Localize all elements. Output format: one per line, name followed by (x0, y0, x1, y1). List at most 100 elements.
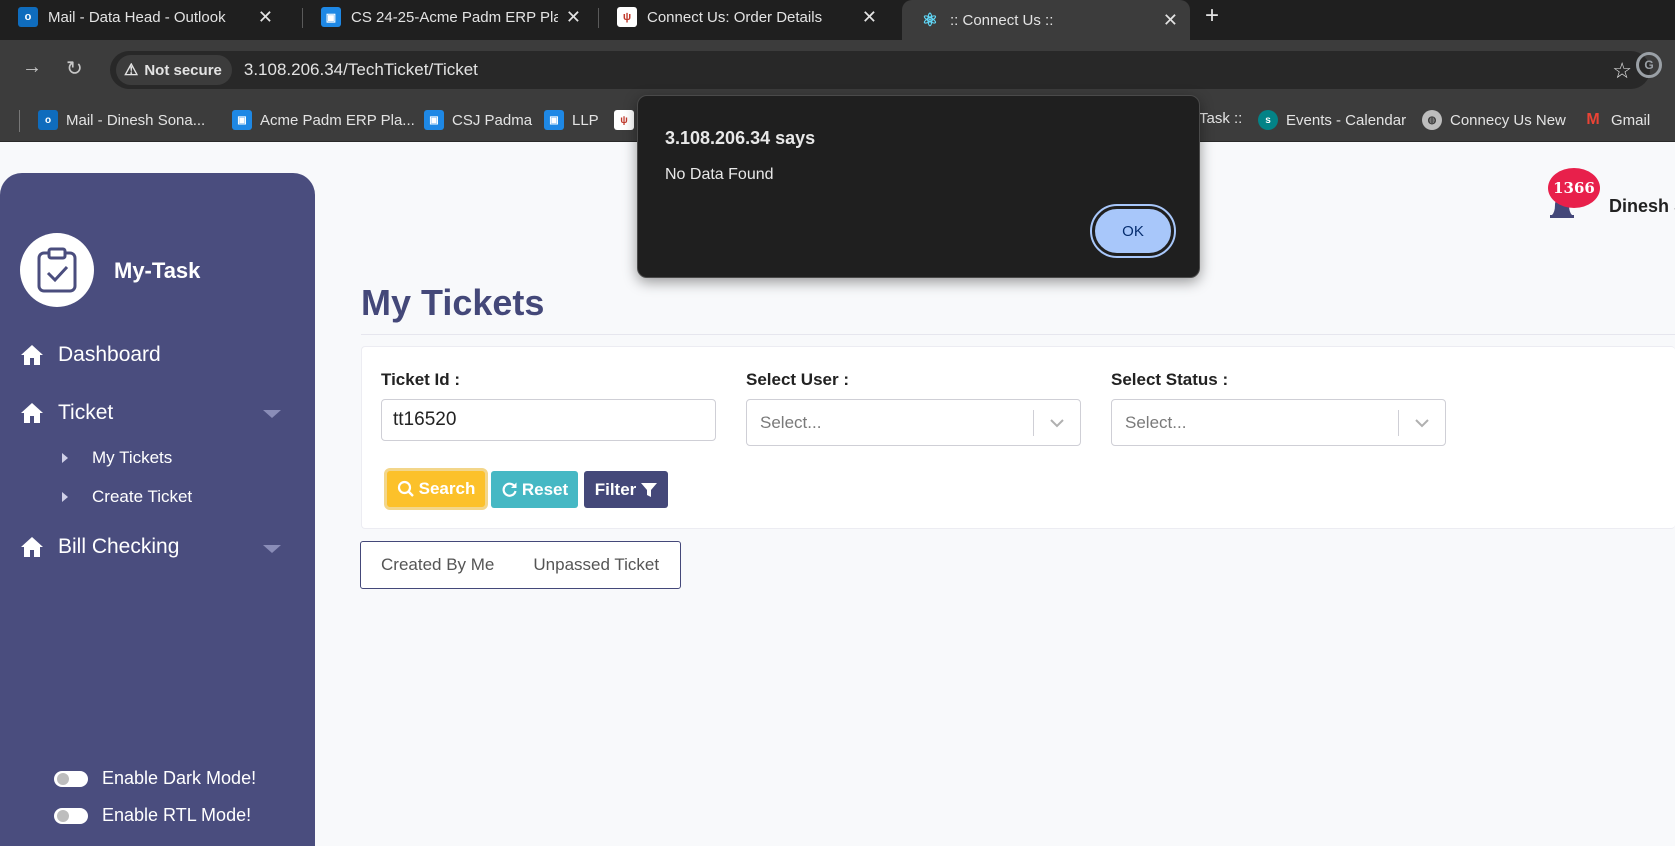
bookmark-item[interactable]: ◍ Connecy Us New (1422, 110, 1566, 130)
page-title: My Tickets (361, 282, 545, 323)
dialog-title: 3.108.206.34 says (665, 128, 816, 148)
globe-icon: ◍ (1422, 110, 1442, 130)
bookmark-item[interactable]: ▣ LLP (544, 110, 599, 130)
dark-mode-toggle-row[interactable]: Enable Dark Mode! (54, 768, 256, 789)
tab-title: :: Connect Us :: (950, 11, 1054, 29)
tab-title: CS 24-25-Acme Padm ERP Platf (351, 8, 558, 26)
tab-outlook[interactable]: o Mail - Data Head - Outlook ✕ (0, 0, 285, 34)
connectus-icon: ψ (617, 7, 637, 27)
chevron-down-icon[interactable] (263, 545, 281, 553)
warning-icon: ⚠ (124, 62, 139, 79)
sidebar-subitem-label: Create Ticket (92, 487, 193, 506)
security-label: Not secure (144, 61, 222, 79)
bookmark-item[interactable]: o Mail - Dinesh Sona... (38, 110, 205, 130)
tab-connect-us-active[interactable]: ⚛ :: Connect Us :: ✕ (902, 0, 1190, 40)
search-button[interactable]: Search (384, 468, 488, 510)
erp-icon: ▣ (321, 7, 341, 27)
filter-icon (641, 482, 658, 497)
bookmark-item[interactable]: s Events - Calendar (1258, 110, 1406, 130)
ok-button[interactable]: OK (1090, 204, 1176, 258)
browser-toolbar: → ↻ ⚠ Not secure 3.108.206.34/TechTicket… (0, 40, 1675, 100)
close-icon[interactable]: ✕ (862, 7, 877, 28)
erp-icon: ▣ (232, 110, 252, 130)
sidebar-item-label: Bill Checking (58, 535, 180, 558)
sidebar-subitem-label: My Tickets (92, 448, 173, 467)
select-placeholder: Select... (760, 412, 822, 432)
close-icon[interactable]: ✕ (258, 7, 273, 28)
gmail-icon: M (1586, 111, 1600, 128)
new-tab-button[interactable]: + (1205, 2, 1219, 30)
bookmark-item[interactable]: ▣ Acme Padm ERP Pla... (232, 110, 415, 130)
close-icon[interactable]: ✕ (1163, 10, 1178, 31)
bookmark-label: CSJ Padma (452, 111, 533, 129)
filter-button[interactable]: Filter (584, 471, 668, 508)
ticket-tabs: Created By Me Unpassed Ticket (360, 541, 681, 589)
select-user-dropdown[interactable]: Select... (746, 399, 1081, 446)
toggle-label: Enable Dark Mode! (102, 768, 257, 788)
grammarly-extension-icon[interactable]: G (1636, 52, 1662, 78)
chevron-down-icon[interactable] (1034, 418, 1080, 428)
bookmark-label: Events - Calendar (1286, 111, 1407, 129)
forward-icon[interactable]: → (22, 56, 42, 79)
notification-badge[interactable]: 1366 (1548, 168, 1600, 208)
sidebar-item-bill-checking[interactable]: Bill Checking (20, 535, 179, 559)
outlook-icon: o (38, 110, 58, 130)
dialog-message: No Data Found (665, 166, 774, 183)
chevron-down-icon[interactable] (1399, 418, 1445, 428)
search-icon (397, 480, 414, 497)
tab-order-details[interactable]: ψ Connect Us: Order Details ✕ (599, 0, 889, 34)
bookmark-star-icon[interactable]: ☆ (1612, 58, 1632, 84)
select-status-label: Select Status : (1111, 370, 1229, 389)
address-bar[interactable]: ⚠ Not secure 3.108.206.34/TechTicket/Tic… (110, 51, 1650, 89)
select-status-dropdown[interactable]: Select... (1111, 399, 1446, 446)
react-icon: ⚛ (921, 9, 939, 30)
tab-title: Connect Us: Order Details (647, 8, 823, 26)
chevron-down-icon[interactable] (263, 410, 281, 418)
ticket-id-input[interactable] (381, 399, 716, 441)
user-name[interactable]: Dinesh S (1609, 196, 1675, 217)
bookmark-item[interactable]: Task :: (1199, 110, 1242, 127)
sidebar-subitem-create-ticket[interactable]: Create Ticket (62, 487, 192, 507)
sidebar-subitem-my-tickets[interactable]: My Tickets (62, 448, 172, 468)
button-label: Filter (594, 479, 637, 499)
alert-dialog: 3.108.206.34 says No Data Found OK (637, 95, 1200, 278)
bookmark-label: Connecy Us New (1450, 111, 1566, 129)
clipboard-check-icon (37, 247, 77, 293)
security-indicator[interactable]: ⚠ Not secure (116, 55, 232, 85)
button-label: Reset (521, 479, 569, 499)
reload-icon[interactable]: ↻ (66, 56, 83, 81)
app-logo (20, 233, 94, 307)
sidebar-item-label: Dashboard (58, 343, 161, 366)
url-text: 3.108.206.34/TechTicket/Ticket (243, 60, 478, 79)
sharepoint-icon: s (1258, 110, 1278, 130)
bookmark-item[interactable]: ▣ CSJ Padma (424, 110, 532, 130)
tab-erp[interactable]: ▣ CS 24-25-Acme Padm ERP Platf ✕ (303, 0, 593, 34)
rtl-mode-toggle-row[interactable]: Enable RTL Mode! (54, 805, 251, 826)
dark-mode-toggle[interactable] (54, 770, 88, 787)
button-label: Search (418, 479, 476, 498)
sidebar-item-dashboard[interactable]: Dashboard (20, 343, 161, 367)
browser-tab-bar: o Mail - Data Head - Outlook ✕ ▣ CS 24-2… (0, 0, 1675, 40)
tab-unpassed-ticket[interactable]: Unpassed Ticket (533, 555, 659, 575)
erp-icon: ▣ (424, 110, 444, 130)
sidebar: My-Task Dashboard Ticket My Tickets Crea… (0, 173, 315, 846)
divider (361, 334, 1675, 335)
home-icon (21, 537, 43, 557)
bookmark-label: LLP (572, 111, 599, 129)
select-user-label: Select User : (746, 370, 849, 389)
bookmark-label: Acme Padm ERP Pla... (260, 111, 415, 129)
caret-right-icon (62, 492, 68, 502)
erp-icon: ▣ (544, 110, 564, 130)
reset-button[interactable]: Reset (491, 471, 578, 508)
toggle-label: Enable RTL Mode! (102, 805, 252, 825)
bookmark-item[interactable]: M Gmail (1583, 110, 1650, 130)
close-icon[interactable]: ✕ (566, 7, 581, 28)
tab-created-by-me[interactable]: Created By Me (381, 555, 494, 575)
rtl-mode-toggle[interactable] (54, 807, 88, 824)
tab-title: Mail - Data Head - Outlook (48, 8, 226, 26)
home-icon (21, 345, 43, 365)
bookmark-label: Gmail (1611, 111, 1651, 129)
sidebar-item-ticket[interactable]: Ticket (20, 401, 113, 425)
bookmark-label: Mail - Dinesh Sona... (66, 111, 206, 129)
app-name: My-Task (114, 258, 201, 283)
